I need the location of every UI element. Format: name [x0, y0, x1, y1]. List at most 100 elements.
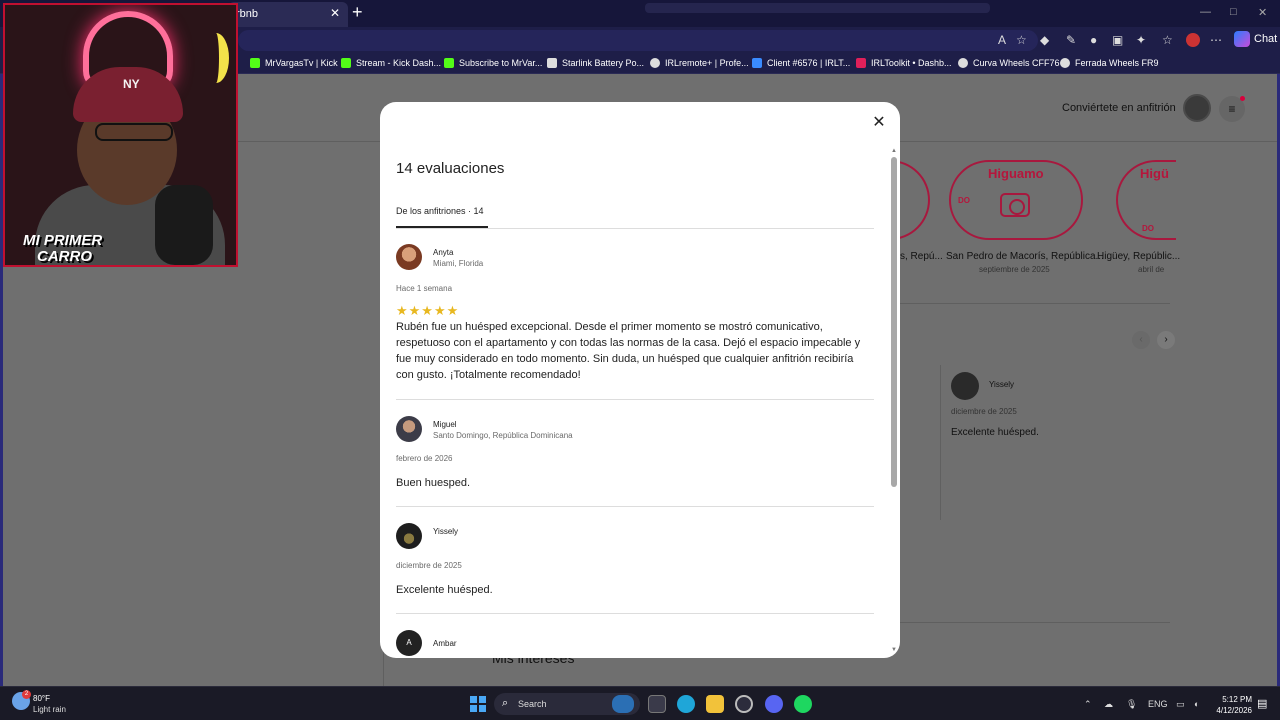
- microphone-icon[interactable]: 🎙: [1126, 699, 1137, 710]
- bookmark-item[interactable]: Subscribe to MrVar...: [444, 58, 542, 68]
- search-icon: ⌕: [502, 697, 509, 709]
- badge-title: Higü: [1140, 166, 1169, 181]
- window-close-icon[interactable]: ✕: [1258, 6, 1267, 19]
- badge-location: s, Repú...: [900, 251, 943, 262]
- discord-icon[interactable]: [765, 695, 783, 713]
- review-item: A Ambar: [396, 630, 874, 658]
- bookmark-item[interactable]: Ferrada Wheels FR9: [1060, 58, 1159, 68]
- copilot-icon: [1234, 31, 1250, 47]
- bookmark-item[interactable]: IRLremote+ | Profe...: [650, 58, 749, 68]
- reviewer-avatar: [396, 416, 422, 442]
- wheel-icon: [958, 58, 968, 68]
- kick-icon: [341, 58, 351, 68]
- review-text: Excelente huésped.: [951, 427, 1039, 438]
- review-item: Anyta Miami, Florida Hace 1 semana ★★★★★…: [396, 244, 874, 402]
- badge-title: Higuamo: [988, 166, 1044, 181]
- bookmark-item[interactable]: MrVargasTv | Kick: [250, 58, 338, 68]
- badge-country-code: DO: [1142, 224, 1154, 233]
- onedrive-icon[interactable]: ☁: [1104, 699, 1113, 710]
- read-aloud-icon[interactable]: A: [998, 33, 1006, 47]
- file-explorer-icon[interactable]: [706, 695, 724, 713]
- tab-strip-blur: [645, 3, 990, 13]
- bookmark-item[interactable]: Curva Wheels CFF76: [958, 58, 1060, 68]
- review-divider: [396, 506, 874, 507]
- reviewer-avatar: [951, 372, 979, 400]
- url-field[interactable]: [238, 30, 1038, 51]
- chat-label: Chat: [1254, 33, 1278, 45]
- media-extension-icon[interactable]: ▣: [1112, 33, 1123, 47]
- reviewer-avatar: A: [396, 630, 422, 656]
- windows-start-icon[interactable]: [470, 696, 486, 712]
- weather-temperature[interactable]: 80°F: [33, 694, 50, 703]
- bookmark-item[interactable]: Client #6576 | IRLT...: [752, 58, 850, 68]
- extension-icon[interactable]: ◆: [1040, 33, 1049, 47]
- edge-icon[interactable]: [677, 695, 695, 713]
- badge-location: Higüey, Repúblic...: [1097, 251, 1181, 262]
- kick-icon: [250, 58, 260, 68]
- reviewer-avatar: [396, 244, 422, 270]
- camera-icon: [1000, 193, 1030, 217]
- reviewer-initial: A: [406, 638, 412, 647]
- clock-date: 4/12/2026: [1216, 706, 1252, 715]
- obs-icon[interactable]: [735, 695, 753, 713]
- bookmark-item[interactable]: Starlink Battery Po...: [547, 58, 644, 68]
- banana-neon: [203, 33, 229, 83]
- profile-avatar[interactable]: [1186, 33, 1200, 47]
- clock-time: 5:12 PM: [1222, 695, 1252, 704]
- browser-tab-active[interactable]: rbnb ✕: [228, 2, 348, 27]
- new-tab-button[interactable]: +: [352, 2, 363, 23]
- favorite-star-icon[interactable]: ☆: [1016, 33, 1027, 47]
- scroll-up-arrow[interactable]: ▲: [891, 148, 897, 154]
- overlay-line-1: MI PRIMER: [23, 232, 103, 249]
- microphone: [155, 185, 213, 265]
- spotify-icon[interactable]: [794, 695, 812, 713]
- task-view-icon[interactable]: [648, 695, 666, 713]
- carousel-prev-button[interactable]: ‹: [1132, 331, 1150, 349]
- carousel-next-button[interactable]: ›: [1157, 331, 1175, 349]
- tray-overflow-icon[interactable]: ⌃: [1084, 699, 1092, 710]
- review-date: Hace 1 semana: [396, 284, 453, 293]
- section-divider: [900, 303, 1170, 304]
- close-icon[interactable]: ✕: [870, 114, 888, 132]
- reviewer-name: Miguel: [433, 420, 457, 429]
- bookmark-item[interactable]: Stream - Kick Dash...: [341, 58, 441, 68]
- pen-extension-icon[interactable]: ✎: [1066, 33, 1076, 47]
- scroll-down-arrow[interactable]: ▼: [891, 647, 897, 653]
- review-text: Rubén fue un huésped excepcional. Desde …: [396, 321, 861, 381]
- taskbar-search-label: Search: [518, 699, 547, 709]
- puzzle-icon[interactable]: ✦: [1136, 33, 1146, 47]
- tab-close-icon[interactable]: ✕: [330, 6, 340, 20]
- bookmark-item[interactable]: IRLToolkit • Dashb...: [856, 58, 952, 68]
- user-avatar[interactable]: [1183, 94, 1211, 122]
- more-menu-icon[interactable]: ⋯: [1210, 33, 1222, 47]
- network-icon[interactable]: ▭: [1176, 699, 1185, 710]
- chat-button[interactable]: Chat: [1234, 31, 1277, 47]
- clock[interactable]: 5:12 PM 4/12/2026: [1212, 694, 1252, 716]
- review-divider: [396, 399, 874, 400]
- minimize-icon[interactable]: —: [1200, 6, 1211, 18]
- maximize-icon[interactable]: □: [1230, 6, 1237, 18]
- become-host-link[interactable]: Conviértete en anfitrión: [1062, 102, 1176, 114]
- tab-divider: [396, 228, 874, 229]
- reviewer-name: Yissely: [433, 527, 459, 536]
- weather-condition[interactable]: Light rain: [33, 705, 66, 714]
- badge-location: San Pedro de Macorís, República...: [946, 251, 1104, 262]
- globe-icon: [650, 58, 660, 68]
- reviews-modal: ✕ 14 evaluaciones De los anfitriones · 1…: [380, 102, 900, 658]
- reviewer-name: Yissely: [989, 380, 1015, 389]
- modal-title: 14 evaluaciones: [396, 160, 505, 177]
- page-icon: [547, 58, 557, 68]
- review-text: Excelente huésped.: [396, 584, 493, 596]
- irltoolkit-icon: [856, 58, 866, 68]
- favorites-icon[interactable]: ☆: [1162, 33, 1173, 47]
- notification-dot: [1240, 96, 1245, 101]
- review-date: diciembre de 2025: [951, 407, 1017, 416]
- shield-extension-icon[interactable]: ●: [1090, 33, 1097, 47]
- overlay-label: MI PRIMER CARRO: [23, 233, 102, 265]
- reviewer-avatar: [396, 523, 422, 549]
- notification-bell-icon[interactable]: ▤: [1257, 697, 1267, 710]
- scrollbar-thumb[interactable]: [891, 157, 897, 487]
- language-indicator[interactable]: ENG: [1148, 699, 1168, 709]
- tab-host-reviews[interactable]: De los anfitriones · 14: [396, 206, 484, 216]
- volume-icon[interactable]: ◐: [1194, 699, 1199, 709]
